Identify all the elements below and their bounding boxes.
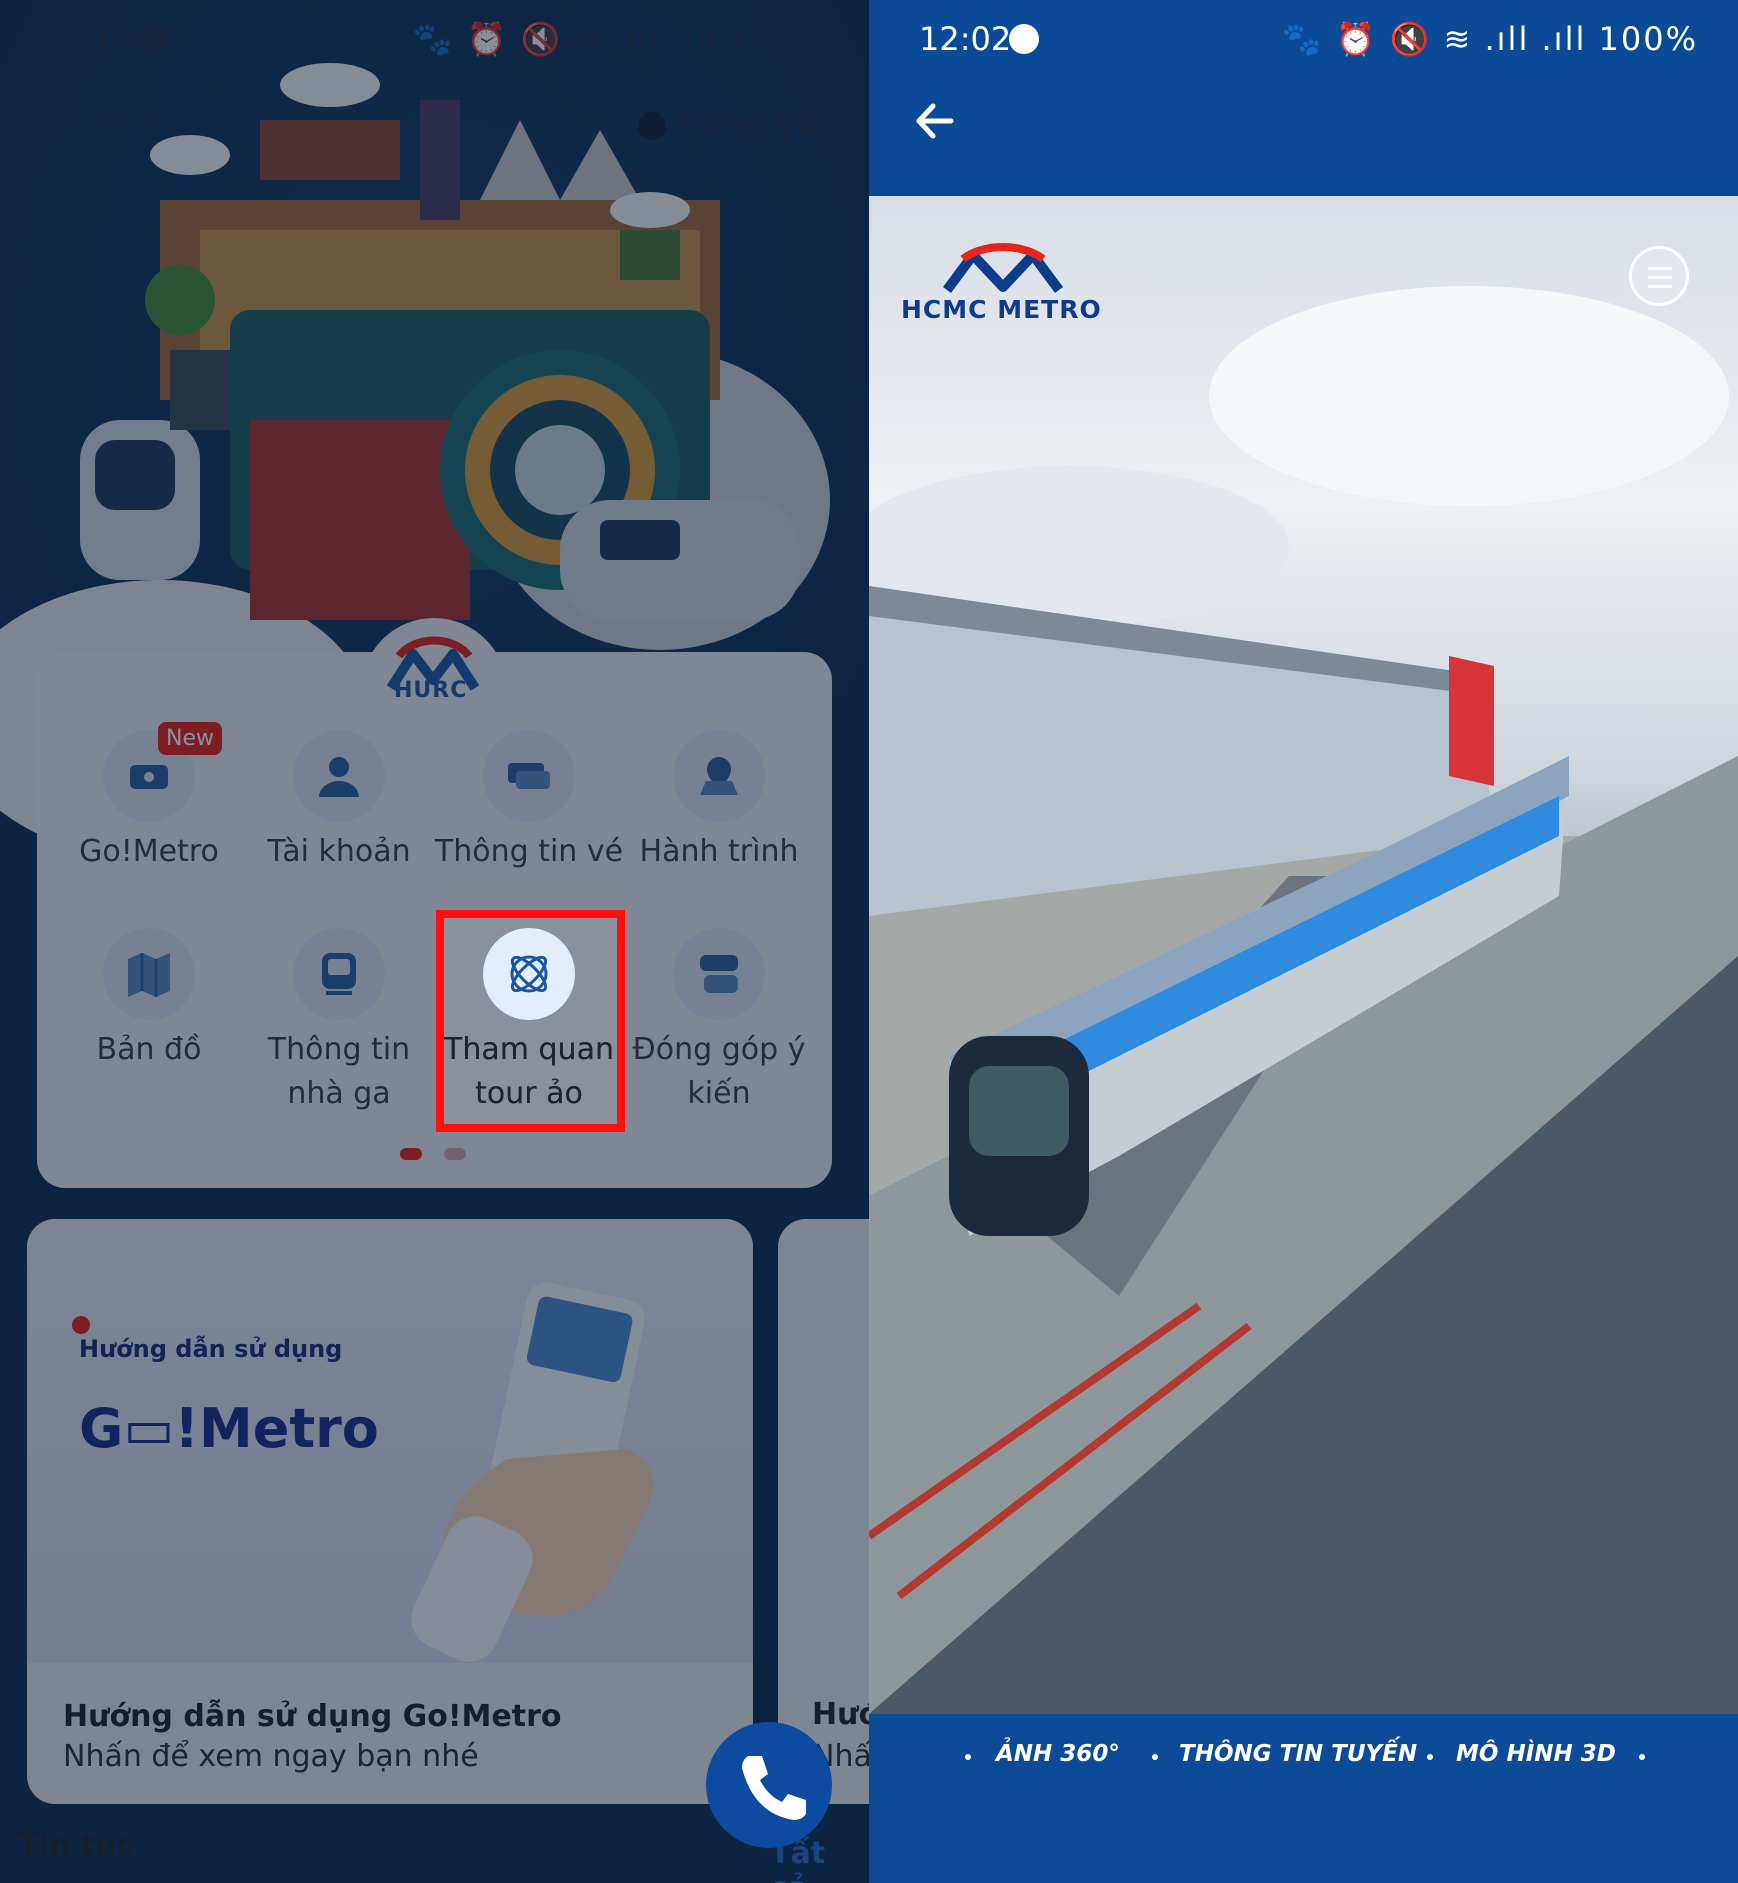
- promo-card-next[interactable]: Hướ Nhấ: [778, 1219, 869, 1804]
- menu-item-label: Thông tin vé: [434, 834, 624, 869]
- virtual-tour-screen: 12:02 🐾 ⏰ 🔇 ≋ .ıll .ıll 100% HCMC METRO …: [869, 0, 1738, 1883]
- clock: 12:02: [919, 20, 1012, 58]
- tour-tab-bar: [869, 1714, 1738, 1883]
- tab-360-photo[interactable]: ẢNH 360°: [996, 1741, 1120, 1767]
- news-heading: Tin tức: [18, 1828, 135, 1863]
- language-label: Tiếng Việt: [674, 106, 840, 145]
- menu-button[interactable]: [1629, 246, 1689, 306]
- menu-item-station-info[interactable]: Thông tin nhà ga: [244, 928, 434, 1116]
- tickets-icon: [483, 730, 575, 822]
- arrow-left-icon: [916, 103, 954, 139]
- map-icon: [103, 928, 195, 1020]
- page-dot[interactable]: [444, 1148, 466, 1160]
- separator-dot: [1639, 1754, 1645, 1760]
- menu-item-label: Tài khoản: [267, 834, 411, 869]
- feedback-icon: [673, 928, 765, 1020]
- status-icon-row: 🐾 ⏰ 🔇 ≋ .ıll .ıll: [1281, 20, 1587, 58]
- menu-item-feedback[interactable]: Đóng góp ý kiến: [624, 928, 814, 1116]
- hcmc-metro-logo: HCMC METRO: [901, 243, 1102, 324]
- 360-panorama-viewer[interactable]: [869, 196, 1738, 1714]
- cloud-icon: [46, 107, 77, 130]
- status-icons: 🐾 ⏰ 🔇 ≋ .ıll .ıll 100%: [412, 20, 829, 58]
- new-badge: New: [158, 722, 222, 755]
- separator-dot: [965, 1754, 971, 1760]
- separator-dot: [1152, 1754, 1158, 1760]
- messenger-icon: [1009, 24, 1039, 54]
- phone-icon: [742, 1756, 806, 1820]
- promo-subtitle: Nhấn để xem ngay bạn nhé: [63, 1739, 479, 1774]
- menu-item-label: Hành trình: [639, 834, 799, 869]
- menu-item-label: Go!Metro: [79, 834, 219, 869]
- metro-logo-mark-icon: [942, 243, 1064, 293]
- tab-line-info[interactable]: THÔNG TIN TUYẾN: [1179, 1741, 1417, 1767]
- menu-item-label: Thông tin nhà ga: [267, 1032, 411, 1111]
- clock: 12:04: [48, 20, 141, 58]
- promo-image: Hướng dẫn sử dụng G▭!Metro: [27, 1219, 753, 1663]
- promo-guide-label: Hướng dẫn sử dụng: [79, 1335, 343, 1363]
- menu-item-label: Bản đồ: [96, 1032, 202, 1067]
- status-bar: 12:04 🐾 ⏰ 🔇 ≋ .ıll .ıll 100%: [0, 0, 869, 80]
- promo-title: Hướng dẫn sử dụng Go!Metro: [63, 1699, 562, 1734]
- promo-card[interactable]: Hướng dẫn sử dụng G▭!Metro Hướng dẫn sử …: [27, 1219, 753, 1804]
- page-dot-active[interactable]: [400, 1148, 422, 1160]
- back-button[interactable]: [909, 96, 959, 150]
- 360-tour-icon: [483, 928, 575, 1020]
- hamburger-icon: [1648, 285, 1672, 288]
- menu-item-ticket-info[interactable]: Thông tin vé: [434, 730, 624, 874]
- menu-item-label: Tham quan tour ảo: [444, 1032, 614, 1111]
- weather-widget: 30 °C: [44, 106, 161, 137]
- globe-icon: [638, 112, 666, 140]
- metro-logo-text: HCMC METRO: [901, 295, 1102, 324]
- train-info-icon: [293, 928, 385, 1020]
- status-bar: 12:02 🐾 ⏰ 🔇 ≋ .ıll .ıll 100%: [869, 0, 1738, 80]
- hamburger-icon: [1648, 267, 1672, 270]
- menu-item-account[interactable]: Tài khoản: [244, 730, 434, 874]
- menu-item-virtual-tour-highlighted[interactable]: Tham quan tour ảo: [434, 928, 624, 1116]
- status-icon-row: 🐾 ⏰ 🔇 ≋ .ıll .ıll: [412, 20, 718, 58]
- temperature: 30 °C: [88, 107, 161, 137]
- menu-item-map[interactable]: Bản đồ: [54, 928, 244, 1072]
- battery-level: 100%: [729, 20, 829, 58]
- route-map-icon: [673, 730, 765, 822]
- menu-item-label: Đóng góp ý kiến: [632, 1032, 806, 1111]
- separator-dot: [1427, 1754, 1433, 1760]
- metro-train-photo: [869, 286, 1738, 1714]
- messenger-icon: [140, 24, 170, 54]
- user-icon: [293, 730, 385, 822]
- home-screen: 12:04 🐾 ⏰ 🔇 ≋ .ıll .ıll 100% 30 °C Tiếng…: [0, 0, 869, 1883]
- page-indicator: [400, 1145, 488, 1164]
- menu-item-journey[interactable]: Hành trình: [624, 730, 814, 874]
- gometro-logo: G▭!Metro: [79, 1397, 379, 1460]
- brand-label: HURC: [394, 678, 468, 703]
- hamburger-icon: [1648, 276, 1672, 279]
- logo-bubble: [361, 618, 507, 718]
- battery-level: 100%: [1598, 20, 1698, 58]
- call-button[interactable]: [706, 1722, 832, 1848]
- status-icons: 🐾 ⏰ 🔇 ≋ .ıll .ıll 100%: [1281, 20, 1698, 58]
- language-selector[interactable]: Tiếng Việt: [638, 106, 839, 145]
- tab-3d-model[interactable]: MÔ HÌNH 3D: [1456, 1741, 1616, 1767]
